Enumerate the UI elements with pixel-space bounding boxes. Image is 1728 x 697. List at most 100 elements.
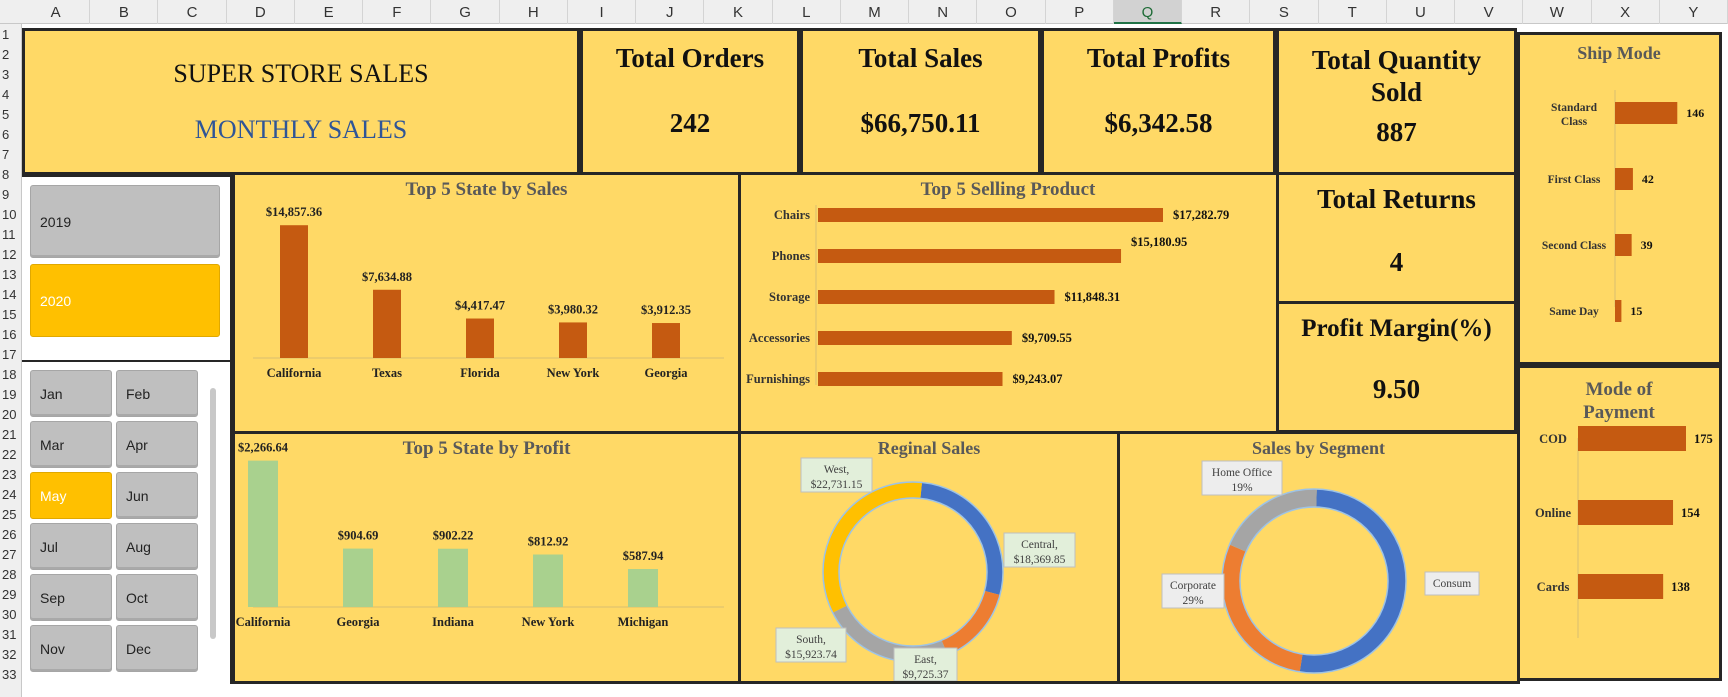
month-button-dec[interactable]: Dec xyxy=(116,625,198,672)
row-header-33[interactable]: 33 xyxy=(0,667,22,682)
column-header-x[interactable]: X xyxy=(1592,0,1660,24)
data-label: $9,243.07 xyxy=(1013,372,1063,386)
row-header-6[interactable]: 6 xyxy=(0,127,22,142)
column-header-w[interactable]: W xyxy=(1523,0,1592,24)
row-header-5[interactable]: 5 xyxy=(0,107,22,122)
ship-mode-panel: Ship Mode 146 Standard Class 42 First Class 39… xyxy=(1517,32,1722,365)
row-header-28[interactable]: 28 xyxy=(0,567,22,582)
column-header-o[interactable]: O xyxy=(977,0,1046,24)
row-header-13[interactable]: 13 xyxy=(0,267,22,282)
column-header-h[interactable]: H xyxy=(500,0,568,24)
month-button-oct[interactable]: Oct xyxy=(116,574,198,621)
row-header-30[interactable]: 30 xyxy=(0,607,22,622)
row-header-bar: 1 2 3 4 5 6 7 8 9 10 11 12 13 14 15 16 17 18 19 20 21 22 23 24 2… xyxy=(0,24,22,697)
row-header-4[interactable]: 4 xyxy=(0,87,22,102)
kpi-total-quantity: Total Quantity Sold 887 xyxy=(1276,28,1517,175)
month-button-aug[interactable]: Aug xyxy=(116,523,198,570)
row-header-32[interactable]: 32 xyxy=(0,647,22,662)
column-header-d[interactable]: D xyxy=(227,0,295,24)
kpi-label: Total Returns xyxy=(1317,184,1476,214)
column-header-q[interactable]: Q xyxy=(1113,0,1183,24)
kpi-value: 242 xyxy=(669,108,711,138)
category-label: New York xyxy=(547,366,600,380)
row-header-10[interactable]: 10 xyxy=(0,207,22,222)
month-button-mar[interactable]: Mar xyxy=(30,421,112,468)
category-label: Furnishings xyxy=(746,372,810,386)
row-header-27[interactable]: 27 xyxy=(0,547,22,562)
kpi-label: Total Sales xyxy=(858,43,983,73)
column-header-g[interactable]: G xyxy=(431,0,500,24)
month-button-jan[interactable]: Jan xyxy=(30,370,112,417)
category-label: Texas xyxy=(372,366,402,380)
row-header-31[interactable]: 31 xyxy=(0,627,22,642)
kpi-value: 4 xyxy=(1389,247,1404,277)
slice-consum xyxy=(1299,489,1406,673)
row-header-9[interactable]: 9 xyxy=(0,187,22,202)
month-button-jul[interactable]: Jul xyxy=(30,523,112,570)
callout-name: South, xyxy=(796,634,826,646)
column-header-u[interactable]: U xyxy=(1387,0,1456,24)
row-header-11[interactable]: 11 xyxy=(0,227,22,242)
column-header-j[interactable]: J xyxy=(636,0,705,24)
month-button-jun[interactable]: Jun xyxy=(116,472,198,519)
row-header-14[interactable]: 14 xyxy=(0,287,22,302)
product-panel: Top 5 Selling Product Chairs $17,282.79 Pho… xyxy=(738,172,1279,434)
callout-corporate: Corporate 29% xyxy=(1161,573,1225,609)
callout-value: $15,923.74 xyxy=(785,648,837,661)
column-header-b[interactable]: B xyxy=(90,0,159,24)
row-header-21[interactable]: 21 xyxy=(0,427,22,442)
month-button-feb[interactable]: Feb xyxy=(116,370,198,417)
row-header-1[interactable]: 1 xyxy=(0,27,22,42)
year-button-2020[interactable]: 2020 xyxy=(30,264,220,337)
year-button-2019[interactable]: 2019 xyxy=(30,185,220,258)
month-button-sep[interactable]: Sep xyxy=(30,574,112,621)
kpi-value: 9.50 xyxy=(1372,374,1421,404)
category-label: Chairs xyxy=(774,208,810,222)
month-button-apr[interactable]: Apr xyxy=(116,421,198,468)
row-header-29[interactable]: 29 xyxy=(0,587,22,602)
month-slicer-scrollbar[interactable] xyxy=(210,388,216,639)
column-header-i[interactable]: I xyxy=(568,0,637,24)
column-header-y[interactable]: Y xyxy=(1660,0,1728,24)
column-header-a[interactable]: A xyxy=(22,0,91,24)
ring-inner-edge xyxy=(1239,506,1389,656)
row-header-25[interactable]: 25 xyxy=(0,507,22,522)
column-header-e[interactable]: E xyxy=(295,0,364,24)
column-header-t[interactable]: T xyxy=(1319,0,1387,24)
bar-florida xyxy=(466,318,494,358)
month-slicer: Jan Feb Mar Apr May Jun Jul Aug Sep Oct Nov Dec xyxy=(22,360,240,684)
row-header-26[interactable]: 26 xyxy=(0,527,22,542)
month-button-nov[interactable]: Nov xyxy=(30,625,112,672)
column-header-p[interactable]: P xyxy=(1046,0,1114,24)
column-header-c[interactable]: C xyxy=(158,0,227,24)
row-header-24[interactable]: 24 xyxy=(0,487,22,502)
row-header-8[interactable]: 8 xyxy=(0,167,22,182)
row-header-19[interactable]: 19 xyxy=(0,387,22,402)
row-header-20[interactable]: 20 xyxy=(0,407,22,422)
column-header-s[interactable]: S xyxy=(1250,0,1319,24)
column-header-f[interactable]: F xyxy=(363,0,432,24)
row-header-16[interactable]: 16 xyxy=(0,327,22,342)
column-header-v[interactable]: V xyxy=(1455,0,1524,24)
bar-indiana xyxy=(438,548,468,607)
row-header-17[interactable]: 17 xyxy=(0,347,22,362)
row-header-3[interactable]: 3 xyxy=(0,67,22,82)
row-header-2[interactable]: 2 xyxy=(0,47,22,62)
row-header-18[interactable]: 18 xyxy=(0,367,22,382)
chart-title: Top 5 State by Sales xyxy=(406,179,568,200)
column-header-r[interactable]: R xyxy=(1182,0,1251,24)
column-header-m[interactable]: M xyxy=(841,0,910,24)
row-header-7[interactable]: 7 xyxy=(0,147,22,162)
column-header-n[interactable]: N xyxy=(909,0,978,24)
column-header-l[interactable]: L xyxy=(773,0,841,24)
row-header-15[interactable]: 15 xyxy=(0,307,22,322)
bar-texas xyxy=(373,289,401,358)
month-button-may[interactable]: May xyxy=(30,472,112,519)
kpi-total-profits: Total Profits $6,342.58 xyxy=(1041,28,1276,175)
bar-same-day xyxy=(1615,300,1622,322)
kpi-label-line1: Total Quantity xyxy=(1311,45,1482,75)
row-header-22[interactable]: 22 xyxy=(0,447,22,462)
row-header-23[interactable]: 23 xyxy=(0,467,22,482)
row-header-12[interactable]: 12 xyxy=(0,247,22,262)
column-header-k[interactable]: K xyxy=(704,0,773,24)
